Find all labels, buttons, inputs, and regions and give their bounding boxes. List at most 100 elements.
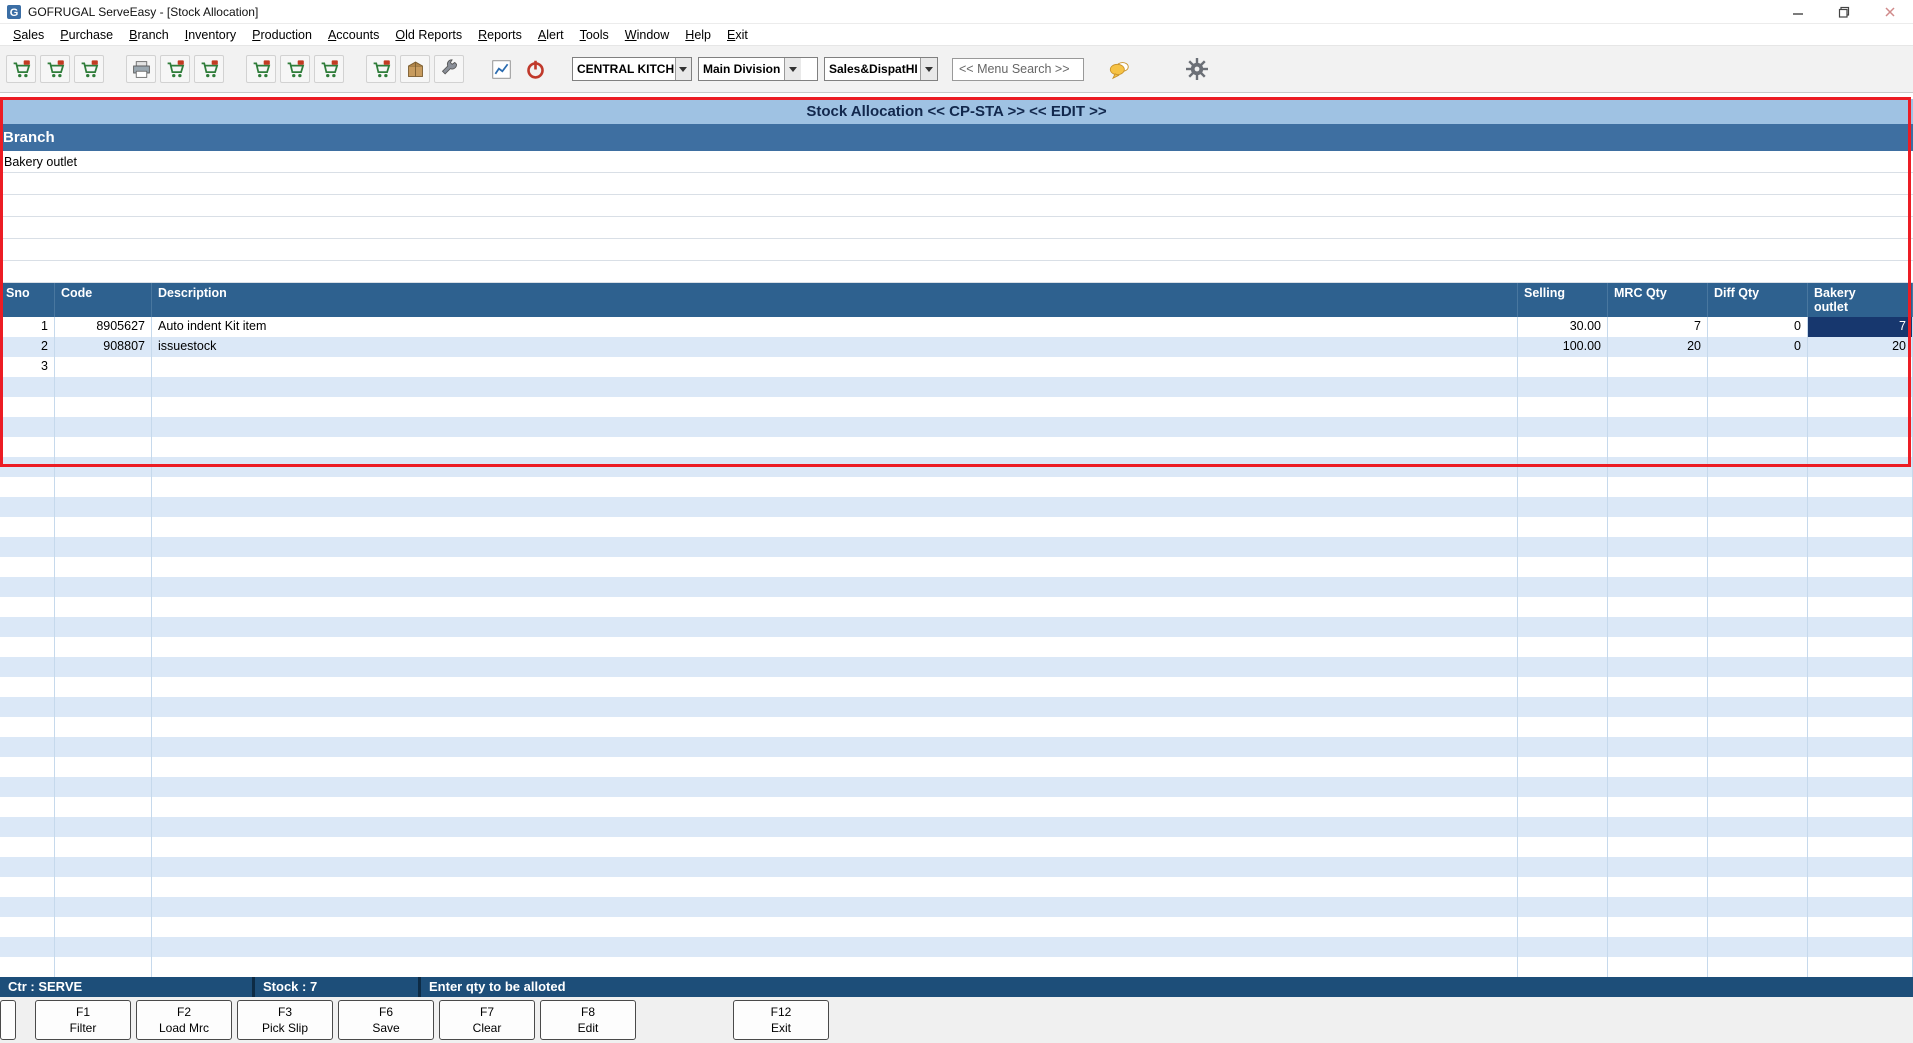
menu-item-window[interactable]: Window (617, 28, 677, 42)
reports-chart-button[interactable] (486, 55, 516, 83)
cell-bakery-outlet[interactable] (1808, 497, 1913, 517)
cell-diff-qty[interactable] (1708, 557, 1808, 577)
cell-description[interactable] (152, 957, 1518, 977)
cell-code[interactable] (55, 557, 152, 577)
cart-search-button[interactable] (160, 55, 190, 83)
table-row-empty[interactable] (0, 397, 1913, 417)
fn-f12-button[interactable]: F12Exit (733, 1000, 829, 1040)
cell-code[interactable] (55, 877, 152, 897)
cell-sno[interactable] (0, 837, 55, 857)
cell-mrc-qty[interactable] (1608, 677, 1708, 697)
cell-bakery-outlet[interactable] (1808, 377, 1913, 397)
cell-mrc-qty[interactable] (1608, 697, 1708, 717)
cell-sno[interactable] (0, 397, 55, 417)
cell-code[interactable] (55, 917, 152, 937)
cell-mrc-qty[interactable] (1608, 557, 1708, 577)
cell-description[interactable] (152, 417, 1518, 437)
cell-code[interactable] (55, 437, 152, 457)
cell-selling[interactable] (1518, 397, 1608, 417)
cell-description[interactable] (152, 477, 1518, 497)
cell-diff-qty[interactable] (1708, 957, 1808, 977)
cell-sno[interactable] (0, 857, 55, 877)
menu-item-accounts[interactable]: Accounts (320, 28, 387, 42)
cell-sno[interactable] (0, 637, 55, 657)
menu-item-help[interactable]: Help (677, 28, 719, 42)
cell-sno[interactable] (0, 757, 55, 777)
cell-code[interactable] (55, 897, 152, 917)
cell-code[interactable] (55, 357, 152, 377)
cell-code[interactable] (55, 757, 152, 777)
menu-item-inventory[interactable]: Inventory (177, 28, 244, 42)
cell-description[interactable] (152, 357, 1518, 377)
cell-mrc-qty[interactable] (1608, 457, 1708, 477)
fn-f2-button[interactable]: F2Load Mrc (136, 1000, 232, 1040)
cell-mrc-qty[interactable] (1608, 617, 1708, 637)
cell-description[interactable] (152, 637, 1518, 657)
cell-mrc-qty[interactable] (1608, 897, 1708, 917)
cell-selling[interactable] (1518, 837, 1608, 857)
cell-selling[interactable] (1518, 897, 1608, 917)
table-row-empty[interactable] (0, 717, 1913, 737)
cell-description[interactable] (152, 717, 1518, 737)
cell-code[interactable] (55, 417, 152, 437)
cell-diff-qty[interactable] (1708, 697, 1808, 717)
cell-description[interactable] (152, 597, 1518, 617)
cell-bakery-outlet[interactable]: 20 (1808, 337, 1913, 357)
cell-mrc-qty[interactable] (1608, 437, 1708, 457)
cell-code[interactable] (55, 657, 152, 677)
cell-description[interactable] (152, 537, 1518, 557)
cell-selling[interactable] (1518, 717, 1608, 737)
cell-mrc-qty[interactable] (1608, 397, 1708, 417)
menu-item-exit[interactable]: Exit (719, 28, 756, 42)
cell-selling[interactable] (1518, 637, 1608, 657)
table-row-empty[interactable] (0, 557, 1913, 577)
cell-selling[interactable] (1518, 797, 1608, 817)
cell-diff-qty[interactable] (1708, 537, 1808, 557)
cell-code[interactable] (55, 777, 152, 797)
cell-diff-qty[interactable] (1708, 717, 1808, 737)
cell-bakery-outlet[interactable] (1808, 557, 1913, 577)
cell-mrc-qty[interactable] (1608, 517, 1708, 537)
cell-description[interactable] (152, 837, 1518, 857)
cell-selling[interactable] (1518, 477, 1608, 497)
cell-description[interactable] (152, 517, 1518, 537)
cart-sync-button[interactable] (74, 55, 104, 83)
cell-diff-qty[interactable] (1708, 937, 1808, 957)
cell-bakery-outlet[interactable] (1808, 877, 1913, 897)
cell-sno[interactable] (0, 477, 55, 497)
cell-code[interactable] (55, 597, 152, 617)
cell-diff-qty[interactable] (1708, 397, 1808, 417)
cell-code[interactable] (55, 837, 152, 857)
minimize-button[interactable] (1775, 0, 1821, 24)
table-row-empty[interactable] (0, 477, 1913, 497)
cell-diff-qty[interactable] (1708, 877, 1808, 897)
cell-selling[interactable] (1518, 597, 1608, 617)
fn-f7-button[interactable]: F7Clear (439, 1000, 535, 1040)
cell-description[interactable]: Auto indent Kit item (152, 317, 1518, 337)
table-row-empty[interactable] (0, 797, 1913, 817)
cell-selling[interactable] (1518, 577, 1608, 597)
cell-bakery-outlet[interactable]: 7 (1808, 317, 1913, 337)
cell-description[interactable] (152, 617, 1518, 637)
cell-description[interactable] (152, 697, 1518, 717)
cell-description[interactable] (152, 877, 1518, 897)
cell-mrc-qty[interactable] (1608, 817, 1708, 837)
cell-bakery-outlet[interactable] (1808, 577, 1913, 597)
cell-diff-qty[interactable] (1708, 777, 1808, 797)
table-row-empty[interactable] (0, 517, 1913, 537)
tools-button[interactable] (434, 55, 464, 83)
fn-f8-button[interactable]: F8Edit (540, 1000, 636, 1040)
company-combo[interactable]: CENTRAL KITCH (572, 57, 692, 81)
cell-sno[interactable] (0, 897, 55, 917)
cell-sno[interactable] (0, 957, 55, 977)
cell-code[interactable]: 908807 (55, 337, 152, 357)
cell-code[interactable] (55, 677, 152, 697)
cell-mrc-qty[interactable] (1608, 717, 1708, 737)
cell-bakery-outlet[interactable] (1808, 617, 1913, 637)
cell-code[interactable] (55, 737, 152, 757)
cell-sno[interactable] (0, 917, 55, 937)
cell-description[interactable] (152, 917, 1518, 937)
cell-mrc-qty[interactable] (1608, 357, 1708, 377)
stock-package-button[interactable] (400, 55, 430, 83)
branch-row[interactable] (0, 173, 1913, 195)
